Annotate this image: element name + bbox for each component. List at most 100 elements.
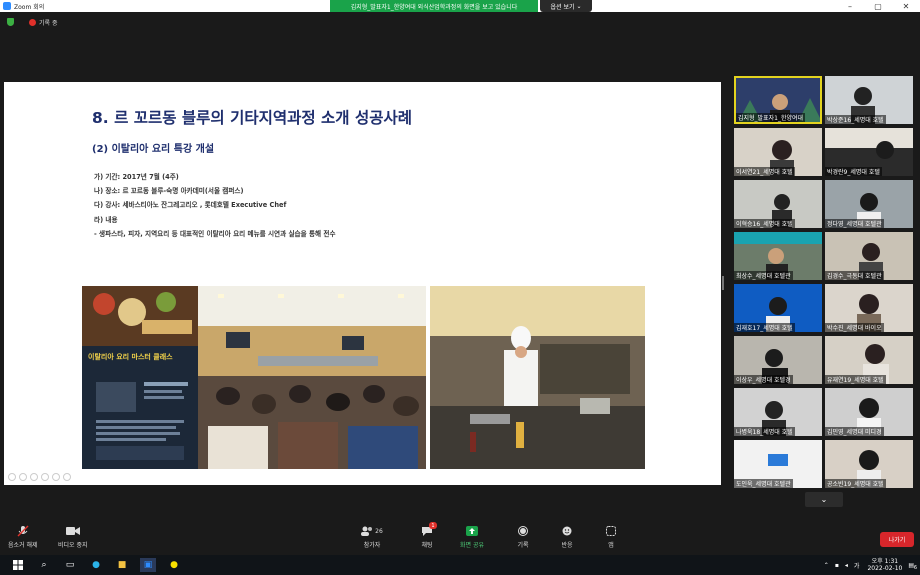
clock-date: 2022-02-10 — [867, 565, 903, 572]
participant-name: 도인욱_세명대 호텔관 — [734, 479, 793, 488]
screen-share-banner: 김지형_발표자1_한양여대 외식산업학과정의 화면을 보고 있습니다 — [330, 0, 538, 12]
annotation-toolbar — [8, 473, 71, 481]
leave-meeting-button[interactable]: 나가기 — [880, 532, 914, 547]
shared-screen: 8. 르 꼬르동 블루의 기타지역과정 소개 성공사례 (2) 이탈리아 요리 … — [4, 82, 721, 485]
maximize-icon[interactable]: ▢ — [864, 0, 892, 12]
share-screen-label: 화면 공유 — [460, 542, 484, 549]
apps-button[interactable]: 앱 — [604, 525, 618, 549]
video-label: 비디오 중지 — [58, 542, 88, 549]
class-poster-image: 이탈리아 요리 마스터 클래스 — [82, 286, 198, 469]
reactions-button[interactable]: 반응 — [560, 525, 574, 549]
poster-graphic — [82, 286, 198, 469]
participant-name: 정다영_세명대 호텔관 — [825, 219, 884, 228]
participants-button[interactable]: 26 참가자 — [360, 525, 384, 549]
network-icon[interactable]: ▪ — [835, 562, 839, 569]
participant-tile[interactable]: 박상준16_세명대 호텔 — [825, 76, 913, 124]
taskbar-clock[interactable]: 오후 1:31 2022-02-10 — [867, 558, 902, 572]
kitchen-graphic — [430, 286, 645, 469]
participant-tile[interactable]: 정다영_세명대 호텔관 — [825, 180, 913, 228]
participant-tile[interactable]: 이서연21_세명대 호텔 — [734, 128, 822, 176]
participant-tile[interactable]: 김재호17_세명대 호텔 — [734, 284, 822, 332]
participant-name: 김재호17_세명대 호텔 — [734, 323, 795, 332]
window-title: Zoom 회의 — [14, 3, 45, 11]
unmute-button[interactable]: 음소거 해제 — [8, 525, 38, 549]
participant-tile[interactable]: 이혁승16_세명대 호텔 — [734, 180, 822, 228]
meeting-info-strip: 기록 중 — [0, 12, 920, 32]
bullet-content: 라) 내용 — [94, 215, 118, 224]
windows-start-icon[interactable] — [10, 558, 26, 572]
participants-count: 26 — [375, 527, 383, 535]
participant-name: 공소빈19_세명대 호텔 — [825, 479, 886, 488]
zoom-taskbar-icon[interactable]: ▣ — [140, 558, 156, 572]
annotation-text-icon[interactable] — [30, 473, 38, 481]
search-icon[interactable]: ⌕ — [36, 558, 52, 572]
participant-tile[interactable]: 도인욱_세명대 호텔관 — [734, 440, 822, 488]
annotation-stamp-icon[interactable] — [41, 473, 49, 481]
kakaotalk-icon[interactable]: ● — [166, 558, 182, 572]
participant-tile[interactable]: 유재연19_세명대 호텔 — [825, 336, 913, 384]
bullet-detail: - 생파스타, 피자, 지역요리 등 대표적인 이탈리아 요리 메뉴를 시연과 … — [94, 229, 336, 238]
participants-label: 참가자 — [363, 542, 381, 549]
participant-tile[interactable]: 박수진_세명대 바이오 — [825, 284, 913, 332]
shield-icon[interactable] — [7, 18, 14, 26]
annotation-more-icon[interactable] — [63, 473, 71, 481]
record-button[interactable]: 기록 — [516, 525, 530, 549]
volume-icon[interactable]: ◂ — [845, 562, 848, 569]
annotation-eraser-icon[interactable] — [52, 473, 60, 481]
participant-name: 박경란9_세명대 호텔 — [825, 167, 882, 176]
slide-bullets: 가) 기간: 2017년 7월 (4주) 나) 장소: 르 꼬르동 블루-숙명 … — [94, 170, 336, 241]
edge-browser-icon[interactable]: ● — [88, 558, 104, 572]
participant-name: 이상우_세명대 호텔경 — [734, 375, 793, 384]
view-options-button[interactable]: 옵션 보기 ⌄ — [540, 0, 592, 12]
chat-button[interactable]: 1 채팅 — [420, 522, 437, 549]
share-screen-icon — [465, 525, 479, 537]
bullet-period: 가) 기간: 2017년 7월 (4주) — [94, 173, 179, 181]
participant-name: 김민영_세명대 미디경 — [825, 427, 884, 436]
file-explorer-icon[interactable]: ■ — [114, 558, 130, 572]
meeting-toolbar: 음소거 해제 비디오 중지 26 참가자 1 채팅 화면 공유 기록 반응 앱 — [0, 521, 920, 555]
panel-splitter[interactable] — [722, 276, 724, 290]
microphone-muted-icon — [16, 525, 30, 537]
participants-icon: 26 — [360, 525, 384, 537]
ime-indicator[interactable]: 가 — [854, 561, 860, 570]
record-label: 기록 — [517, 542, 529, 549]
participant-name: 박상준16_세명대 호텔 — [825, 115, 886, 124]
annotation-draw-icon[interactable] — [19, 473, 27, 481]
participant-name: 김경수_극동대 호텔관 — [825, 271, 884, 280]
reactions-icon — [560, 525, 574, 537]
notification-icon[interactable]: ▤ 6 — [908, 562, 917, 571]
recording-label: 기록 중 — [39, 19, 58, 27]
task-view-icon[interactable]: ▭ — [62, 558, 78, 572]
participant-tile[interactable]: 김경수_극동대 호텔관 — [825, 232, 913, 280]
participant-tile[interactable]: 김지형_발표자1_한양여대 — [734, 76, 822, 124]
share-screen-button[interactable]: 화면 공유 — [460, 525, 484, 549]
participant-tile[interactable]: 최상수_세명대 호텔관 — [734, 232, 822, 280]
minimize-icon[interactable]: – — [836, 0, 864, 12]
close-icon[interactable]: ✕ — [892, 0, 920, 12]
system-tray: ⌃ ▪ ◂ 가 오후 1:31 2022-02-10 ▤ 6 — [824, 555, 917, 575]
video-button[interactable]: 비디오 중지 — [58, 525, 88, 549]
gallery-scroll-down-button[interactable]: ⌄ — [805, 492, 843, 507]
participant-tile[interactable]: 나병욱18_세명대 호텔 — [734, 388, 822, 436]
chef-demonstration-photo — [430, 286, 645, 469]
record-icon — [516, 525, 530, 537]
participant-name: 박수진_세명대 바이오 — [825, 323, 884, 332]
poster-title: 이탈리아 요리 마스터 클래스 — [88, 353, 173, 361]
participant-tile[interactable]: 김민영_세명대 미디경 — [825, 388, 913, 436]
bullet-venue: 나) 장소: 르 꼬르동 블루-숙명 아카데미(서울 캠퍼스) — [94, 187, 244, 196]
record-icon — [29, 18, 36, 26]
apps-label: 앱 — [608, 542, 614, 549]
audience-graphic — [198, 286, 426, 469]
windows-taskbar: ⌕ ▭ ● ■ ▣ ● ⌃ ▪ ◂ 가 오후 1:31 2022-02-10 ▤… — [0, 555, 920, 575]
notification-count: 6 — [913, 564, 917, 571]
participant-name: 이혁승16_세명대 호텔 — [734, 219, 795, 228]
annotation-pointer-icon[interactable] — [8, 473, 16, 481]
chat-icon: 1 — [420, 522, 437, 537]
participant-tile[interactable]: 공소빈19_세명대 호텔 — [825, 440, 913, 488]
participant-name: 최상수_세명대 호텔관 — [734, 271, 793, 280]
participant-tile[interactable]: 이상우_세명대 호텔경 — [734, 336, 822, 384]
lecture-audience-photo — [198, 286, 426, 469]
participant-tile[interactable]: 박경란9_세명대 호텔 — [825, 128, 913, 176]
zoom-app-icon — [3, 2, 11, 10]
tray-expand-icon[interactable]: ⌃ — [824, 562, 829, 569]
